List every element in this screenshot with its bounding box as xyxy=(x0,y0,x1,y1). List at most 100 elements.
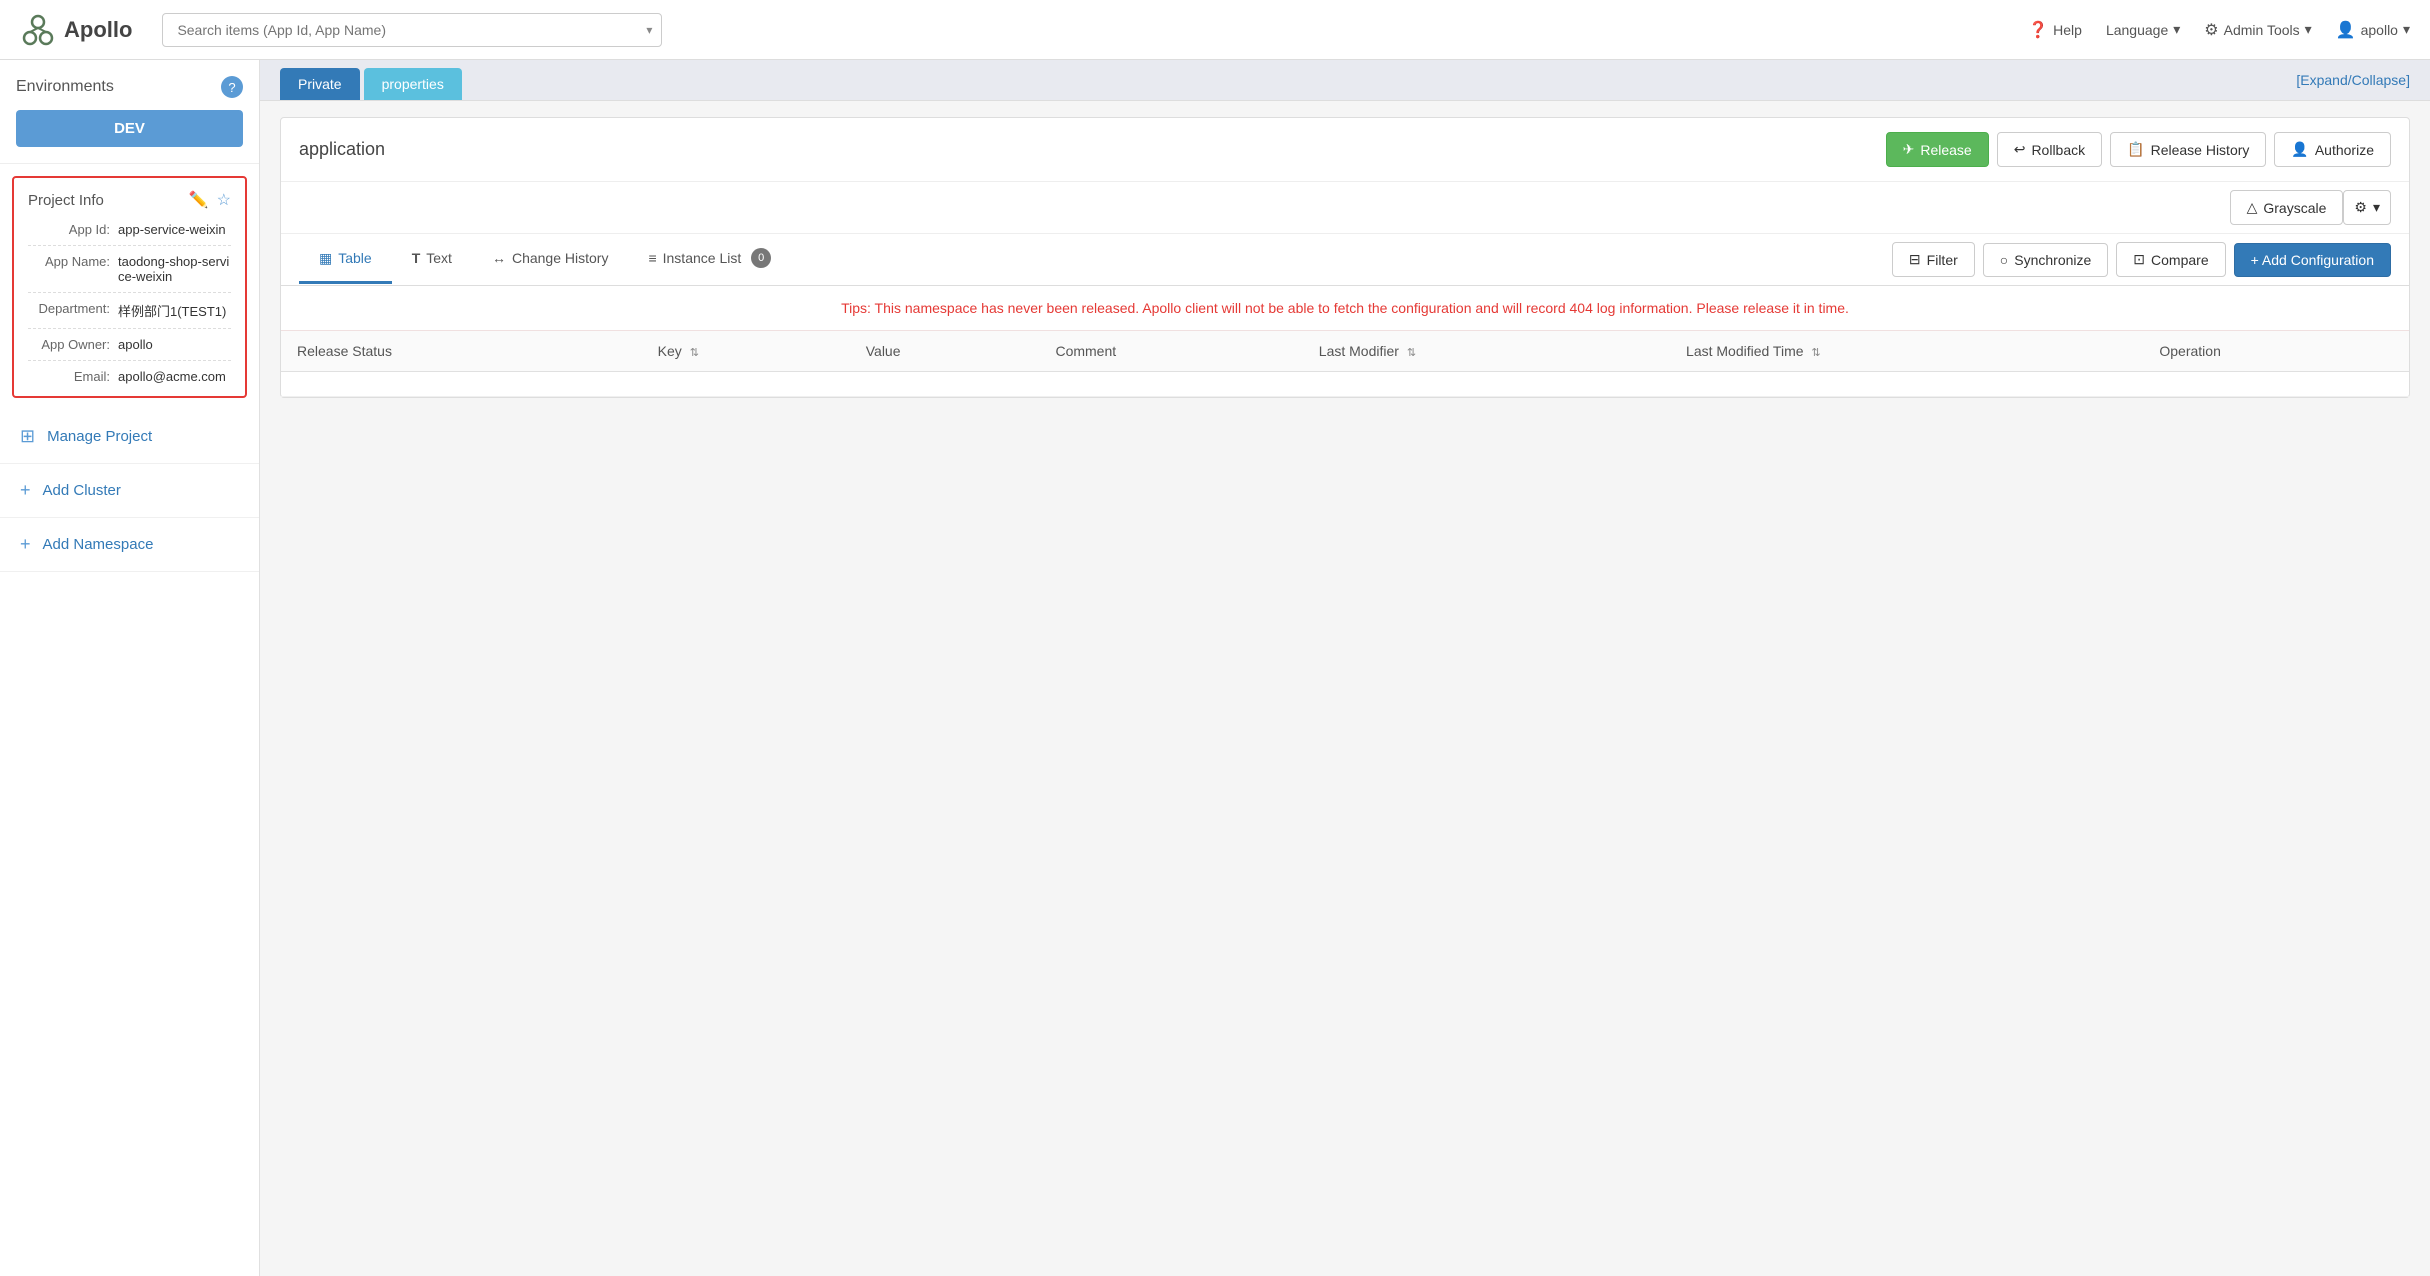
project-info-actions: ✏️ ☆ xyxy=(189,190,231,210)
grayscale-button[interactable]: △ Grayscale xyxy=(2230,190,2344,225)
help-icon: ❓ xyxy=(2028,20,2048,40)
release-history-icon: 📋 xyxy=(2127,141,2144,158)
col-comment: Comment xyxy=(1039,331,1302,372)
tab-change-history[interactable]: ↔ Change History xyxy=(472,236,629,283)
language-dropdown-arrow: ▾ xyxy=(2173,21,2180,38)
settings-dropdown-arrow: ▾ xyxy=(2373,199,2380,216)
user-label: apollo xyxy=(2361,22,2398,38)
synchronize-button[interactable]: ○ Synchronize xyxy=(1983,243,2109,277)
project-info-appname: App Name: taodong-shop-service-weixin xyxy=(28,254,231,293)
inner-tabs: ▦ Table T Text ↔ Change History ≡ Instan… xyxy=(281,234,2409,286)
user-icon: 👤 xyxy=(2336,20,2356,40)
tab-instance-list[interactable]: ≡ Instance List 0 xyxy=(628,234,791,285)
admin-tools-nav[interactable]: ⚙ Admin Tools ▾ xyxy=(2204,20,2311,40)
config-table-body xyxy=(281,372,2409,397)
project-info-department: Department: 样例部门1(TEST1) xyxy=(28,301,231,329)
appid-value: app-service-weixin xyxy=(118,222,226,237)
config-table-empty-row xyxy=(281,372,2409,397)
panel-header-actions: ✈ Release ↩ Rollback 📋 Release History 👤… xyxy=(1886,132,2391,167)
project-info-owner: App Owner: apollo xyxy=(28,337,231,361)
settings-icon: ⚙ xyxy=(2354,199,2367,216)
tip-warning: Tips: This namespace has never been rele… xyxy=(281,286,2409,331)
department-value: 样例部门1(TEST1) xyxy=(118,301,226,320)
add-cluster-item[interactable]: + Add Cluster xyxy=(0,464,259,518)
language-label: Language xyxy=(2106,22,2168,38)
department-label: Department: xyxy=(28,301,118,320)
environments-label: Environments xyxy=(16,78,213,96)
rollback-icon: ↩ xyxy=(2014,141,2026,158)
project-info-header: Project Info ✏️ ☆ xyxy=(28,190,231,210)
modified-time-sort-icon: ⇅ xyxy=(1811,347,1820,359)
instance-list-badge: 0 xyxy=(751,248,771,268)
page-layout: Environments ? DEV Project Info ✏️ ☆ App… xyxy=(0,60,2430,1276)
project-info-box: Project Info ✏️ ☆ App Id: app-service-we… xyxy=(12,176,247,398)
table-tab-icon: ▦ xyxy=(319,250,332,267)
language-nav[interactable]: Language ▾ xyxy=(2106,21,2180,38)
logo[interactable]: Apollo xyxy=(20,12,132,48)
star-icon[interactable]: ☆ xyxy=(217,190,231,210)
col-last-modified-time[interactable]: Last Modified Time ⇅ xyxy=(1670,331,2143,372)
appname-value: taodong-shop-service-weixin xyxy=(118,254,231,284)
appid-label: App Id: xyxy=(28,222,118,237)
filter-button[interactable]: ⊟ Filter xyxy=(1892,242,1975,277)
instance-list-tab-icon: ≡ xyxy=(648,250,656,266)
panel-header: application ✈ Release ↩ Rollback 📋 Relea… xyxy=(281,118,2409,182)
help-nav[interactable]: ❓ Help xyxy=(2028,20,2082,40)
release-icon: ✈ xyxy=(1903,141,1915,158)
namespace-tab-private[interactable]: Private xyxy=(280,68,360,100)
config-table-head: Release Status Key ⇅ Value Comment xyxy=(281,331,2409,372)
config-table-container: Release Status Key ⇅ Value Comment xyxy=(281,331,2409,397)
release-button[interactable]: ✈ Release xyxy=(1886,132,1989,167)
config-table: Release Status Key ⇅ Value Comment xyxy=(281,331,2409,397)
col-value: Value xyxy=(850,331,1040,372)
owner-label: App Owner: xyxy=(28,337,118,352)
tab-text[interactable]: T Text xyxy=(392,236,472,283)
appname-label: App Name: xyxy=(28,254,118,284)
search-input[interactable] xyxy=(162,13,662,47)
dev-env-button[interactable]: DEV xyxy=(16,110,243,147)
filter-icon: ⊟ xyxy=(1909,251,1921,268)
sidebar: Environments ? DEV Project Info ✏️ ☆ App… xyxy=(0,60,260,1276)
col-key[interactable]: Key ⇅ xyxy=(642,331,850,372)
namespace-tabs: Private properties [Expand/Collapse] xyxy=(260,60,2430,101)
environments-section: Environments ? DEV xyxy=(0,60,259,164)
key-sort-icon: ⇅ xyxy=(690,347,699,359)
col-last-modifier[interactable]: Last Modifier ⇅ xyxy=(1303,331,1670,372)
inner-tab-actions: ⊟ Filter ○ Synchronize ⊡ Compare + Add C… xyxy=(1892,242,2391,277)
release-history-button[interactable]: 📋 Release History xyxy=(2110,132,2266,167)
admin-tools-label: Admin Tools xyxy=(2224,22,2300,38)
add-configuration-button[interactable]: + Add Configuration xyxy=(2234,243,2391,277)
top-navigation: Apollo ▾ ❓ Help Language ▾ ⚙ Admin Tools… xyxy=(0,0,2430,60)
authorize-icon: 👤 xyxy=(2291,141,2308,158)
configuration-panel: application ✈ Release ↩ Rollback 📋 Relea… xyxy=(280,117,2410,398)
tab-table[interactable]: ▦ Table xyxy=(299,236,392,284)
panel-title: application xyxy=(299,139,1886,160)
sync-icon: ○ xyxy=(2000,252,2008,268)
grayscale-icon: △ xyxy=(2247,199,2258,216)
config-table-header-row: Release Status Key ⇅ Value Comment xyxy=(281,331,2409,372)
namespace-tab-properties[interactable]: properties xyxy=(364,68,462,100)
compare-button[interactable]: ⊡ Compare xyxy=(2116,242,2225,277)
expand-collapse-link[interactable]: [Expand/Collapse] xyxy=(2296,72,2410,96)
logo-icon xyxy=(20,12,56,48)
help-label: Help xyxy=(2053,22,2082,38)
add-namespace-item[interactable]: + Add Namespace xyxy=(0,518,259,572)
env-help-icon[interactable]: ? xyxy=(221,76,243,98)
authorize-button[interactable]: 👤 Authorize xyxy=(2274,132,2391,167)
rollback-button[interactable]: ↩ Rollback xyxy=(1997,132,2102,167)
env-header: Environments ? xyxy=(16,76,243,98)
user-nav[interactable]: 👤 apollo ▾ xyxy=(2336,20,2410,40)
compare-icon: ⊡ xyxy=(2133,251,2145,268)
project-info-email: Email: apollo@acme.com xyxy=(28,369,231,384)
edit-icon[interactable]: ✏️ xyxy=(189,190,209,210)
manage-project-item[interactable]: ⊞ Manage Project xyxy=(0,410,259,464)
owner-value: apollo xyxy=(118,337,153,352)
settings-button[interactable]: ⚙ ▾ xyxy=(2343,190,2391,225)
admin-dropdown-arrow: ▾ xyxy=(2305,21,2312,38)
main-content: Private properties [Expand/Collapse] app… xyxy=(260,60,2430,1276)
manage-project-icon: ⊞ xyxy=(20,426,35,447)
logo-text: Apollo xyxy=(64,17,132,43)
add-namespace-label: Add Namespace xyxy=(43,536,154,553)
panel-secondary-actions: △ Grayscale ⚙ ▾ xyxy=(281,182,2409,234)
search-dropdown-arrow: ▾ xyxy=(646,23,652,37)
